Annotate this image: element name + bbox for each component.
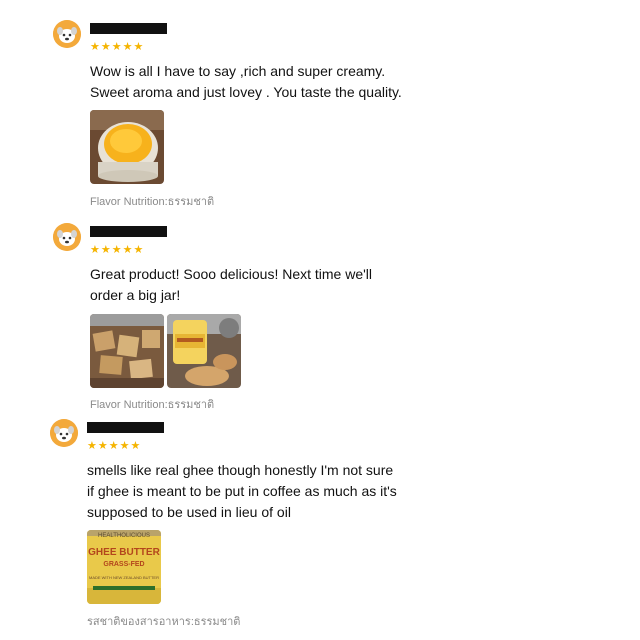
review-text: Wow is all I have to say ,rich and super… <box>90 63 402 100</box>
review-photo[interactable] <box>167 314 241 388</box>
dog-avatar-icon <box>53 20 81 48</box>
product-variant: Flavor Nutrition:ธรรมชาติ <box>90 399 215 408</box>
review-photo[interactable]: HEALTHOLICIOUS GHEE BUTTER GRASS-FED MAD… <box>87 530 161 604</box>
product-variant: Flavor Nutrition:ธรรมชาติ <box>90 196 215 208</box>
dog-avatar-icon <box>50 419 78 447</box>
star-rating: ★★★★★ <box>87 440 142 452</box>
star-rating: ★★★★★ <box>90 244 145 256</box>
username-redacted <box>90 226 167 237</box>
user-avatar[interactable] <box>50 419 78 447</box>
star-rating: ★★★★★ <box>90 41 145 53</box>
username-redacted <box>87 422 164 433</box>
ghee-jar-photo-icon <box>90 110 164 184</box>
label-subtitle: GRASS-FED <box>103 561 145 568</box>
user-avatar[interactable] <box>53 20 81 48</box>
label-product: GHEE BUTTER <box>88 547 160 558</box>
review-text: Great product! Sooo delicious! Next time… <box>90 266 373 303</box>
username-redacted <box>90 23 167 34</box>
label-brand: HEALTHOLICIOUS <box>98 533 150 539</box>
review-photo[interactable] <box>90 314 164 388</box>
label-small: MADE WITH NEW ZEALAND BUTTER <box>88 575 159 580</box>
dog-avatar-icon <box>53 223 81 251</box>
toast-photo-icon <box>90 314 164 388</box>
reviews-page: ★★★★★ Wow is all I have to say ,rich and… <box>0 0 640 640</box>
review-text: smells like real ghee though honestly I'… <box>87 462 397 520</box>
ghee-jar-photo-icon <box>167 314 241 388</box>
product-variant: รสชาติของสารอาหาร:ธรรมชาติ <box>87 616 241 628</box>
user-avatar[interactable] <box>53 223 81 251</box>
review-photo[interactable] <box>90 110 164 184</box>
